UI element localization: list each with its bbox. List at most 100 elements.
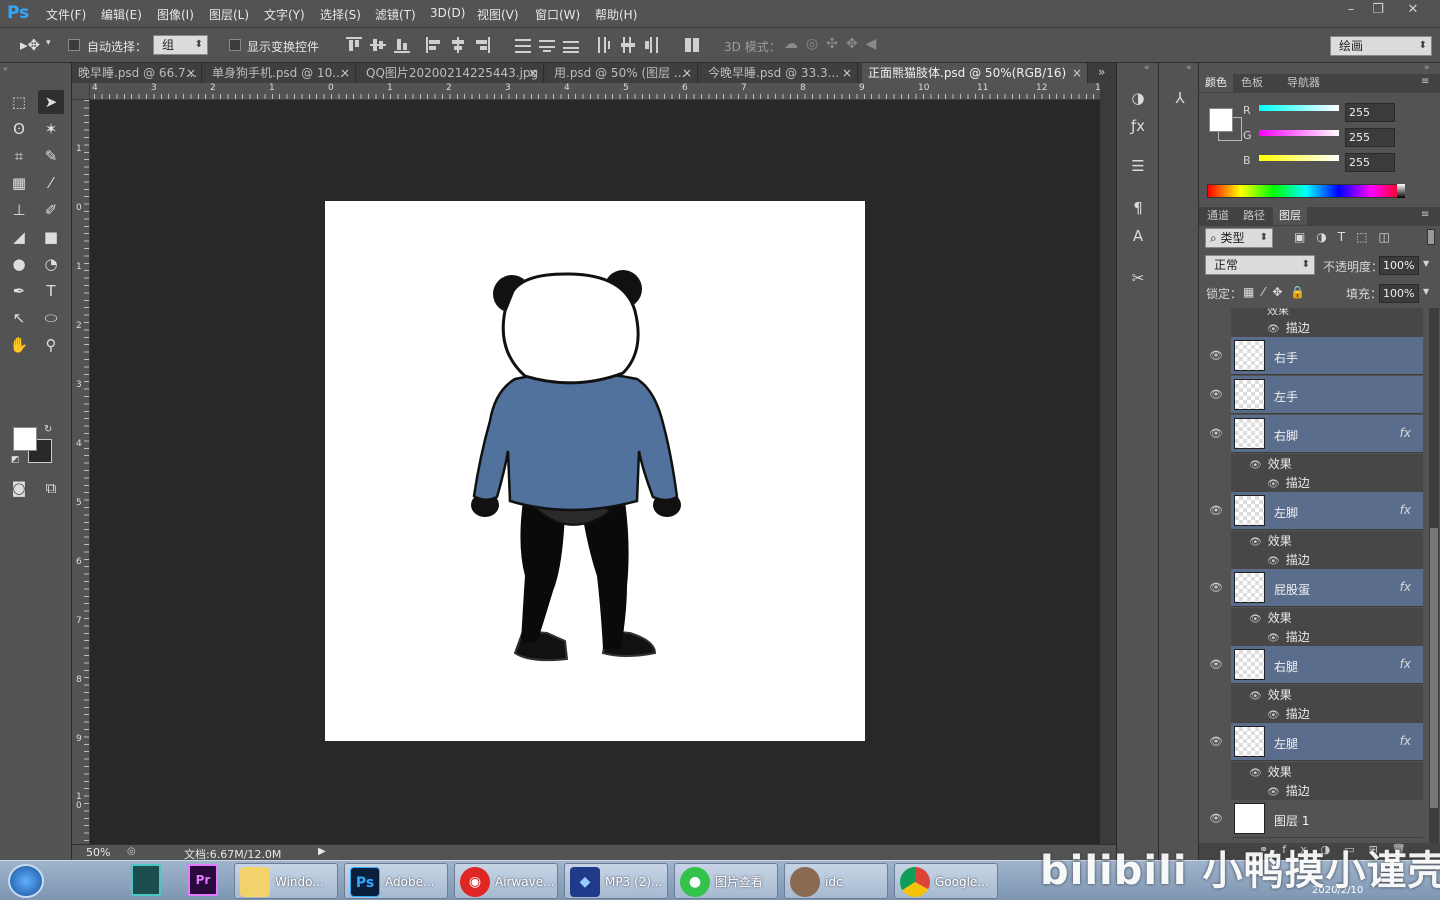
distribute-hcenter-icon[interactable]	[620, 37, 636, 53]
eyedropper-tool-icon[interactable]: ✎	[38, 144, 64, 168]
r-value[interactable]: 255	[1345, 103, 1395, 122]
tab-layers[interactable]: 图层	[1273, 207, 1307, 225]
menu-filter[interactable]: 滤镜(T)	[375, 6, 416, 23]
collapse-icon[interactable]: »	[1424, 63, 1430, 73]
paragraph-icon[interactable]: ¶	[1127, 197, 1149, 219]
opacity-value[interactable]: 100%	[1379, 256, 1419, 275]
align-bottom-icon[interactable]	[394, 37, 410, 53]
align-vcenter-icon[interactable]	[370, 37, 386, 53]
canvas-vertical-scrollbar[interactable]	[1100, 83, 1116, 844]
eye-icon[interactable]: 👁	[1209, 504, 1223, 517]
r-slider[interactable]	[1259, 105, 1339, 111]
taskbar-airwave[interactable]: ◉ Airwave...	[454, 863, 558, 899]
menu-window[interactable]: 窗口(W)	[535, 6, 580, 23]
pen-tool-icon[interactable]: ✒	[6, 279, 32, 303]
eye-icon[interactable]: 👁	[1249, 614, 1262, 625]
layer-item[interactable]: 左腿 fx	[1231, 723, 1423, 761]
g-slider[interactable]	[1259, 130, 1339, 136]
ellipse-tool-icon[interactable]: ⬭	[38, 306, 64, 330]
g-value[interactable]: 255	[1345, 128, 1395, 147]
align-top-icon[interactable]	[346, 37, 362, 53]
collapse-icon[interactable]: «	[1144, 63, 1150, 73]
spectrum-bw[interactable]	[1397, 184, 1405, 198]
menu-type[interactable]: 文字(Y)	[264, 6, 305, 23]
layer-row[interactable]: 👁 左脚 fx	[1199, 492, 1429, 530]
menu-view[interactable]: 视图(V)	[477, 6, 519, 23]
chevron-down-icon[interactable]: ▼	[1423, 287, 1429, 296]
eye-icon[interactable]: 👁	[1249, 691, 1262, 702]
taskbar-premiere-icon[interactable]: Pr	[188, 864, 218, 896]
fx-icon[interactable]: fx	[1400, 657, 1411, 671]
foreground-color-swatch[interactable]	[13, 427, 37, 451]
show-transform-checkbox[interactable]	[229, 39, 241, 51]
eye-icon[interactable]: 👁	[1267, 479, 1280, 490]
b-slider[interactable]	[1259, 155, 1339, 161]
move-tool-preset-icon[interactable]: ▸✥	[20, 36, 40, 54]
color-spectrum[interactable]	[1207, 184, 1405, 198]
close-icon[interactable]: ×	[1072, 63, 1082, 83]
close-icon[interactable]: ×	[186, 63, 196, 83]
layer-filter-dropdown[interactable]: ⌕ 类型	[1205, 228, 1273, 248]
auto-align-icon[interactable]	[684, 37, 700, 53]
eye-icon[interactable]: 👁	[1249, 460, 1262, 471]
tab-doc-3[interactable]: QQ图片20200214225443.jpg ×	[360, 63, 544, 83]
align-left-icon[interactable]	[426, 37, 442, 53]
tab-doc-5[interactable]: 今晚早睡.psd @ 33.3... ×	[702, 63, 858, 83]
layers-scrollbar[interactable]	[1429, 308, 1439, 843]
eye-icon[interactable]: 👁	[1209, 735, 1223, 748]
distribute-top-icon[interactable]	[515, 37, 531, 53]
taskbar-chrome[interactable]: Google...	[894, 863, 998, 899]
layer-item[interactable]: 图层 1	[1231, 800, 1423, 838]
layer-filter-icons[interactable]: ▣◑T⬚◫	[1294, 230, 1401, 244]
restore-icon[interactable]: ❐	[1365, 2, 1391, 18]
eye-icon[interactable]: 👁	[1267, 633, 1280, 644]
zoom-tool-icon[interactable]: ⚲	[38, 333, 64, 357]
swap-colors-icon[interactable]: ↻	[44, 424, 52, 435]
distribute-right-icon[interactable]	[644, 37, 660, 53]
layer-item[interactable]: 左脚 fx	[1231, 492, 1423, 530]
collapse-icon[interactable]: «	[1186, 63, 1192, 73]
chevron-down-icon[interactable]: ▼	[1423, 259, 1429, 268]
fx-icon[interactable]: fx	[1400, 503, 1411, 517]
brush-tool-icon[interactable]: ⁄	[38, 171, 64, 195]
lasso-tool-icon[interactable]: ʘ	[6, 117, 32, 141]
layer-row[interactable]: 👁 右手	[1199, 337, 1429, 375]
close-icon[interactable]: ×	[340, 63, 350, 83]
panel-menu-icon[interactable]: ≡	[1421, 209, 1429, 220]
panel-menu-icon[interactable]: ≡	[1421, 76, 1429, 87]
eye-icon[interactable]: 👁	[1209, 388, 1223, 401]
eye-icon[interactable]: 👁	[1209, 581, 1223, 594]
fx-icon[interactable]: fx	[1400, 580, 1411, 594]
distribute-bottom-icon[interactable]	[563, 37, 579, 53]
layer-item[interactable]: 屁股蛋 fx	[1231, 569, 1423, 607]
distribute-left-icon[interactable]	[596, 37, 612, 53]
close-icon[interactable]: ×	[842, 63, 852, 83]
align-right-icon[interactable]	[474, 37, 490, 53]
tab-doc-4[interactable]: 用.psd @ 50% (图层 ... ×	[548, 63, 698, 83]
properties-icon[interactable]: ☰	[1127, 155, 1149, 177]
layer-row[interactable]: 👁 左手	[1199, 376, 1429, 414]
close-icon[interactable]: ×	[682, 63, 692, 83]
filter-toggle[interactable]	[1427, 229, 1435, 245]
lock-icons[interactable]: ▦⁄✥🔒	[1243, 285, 1313, 299]
close-icon[interactable]: ×	[528, 63, 538, 83]
eye-icon[interactable]: 👁	[1209, 812, 1223, 825]
tab-paths[interactable]: 路径	[1237, 207, 1271, 225]
adjustments-icon[interactable]: ◑	[1127, 87, 1149, 109]
ruler-origin[interactable]	[72, 83, 90, 100]
fg-color-swatch[interactable]	[1209, 108, 1233, 132]
layer-row[interactable]: 👁 图层 1	[1199, 800, 1429, 838]
tools-preset-icon[interactable]: ✂	[1127, 267, 1149, 289]
eye-icon[interactable]: 👁	[1209, 658, 1223, 671]
crop-tool-icon[interactable]: ⌗	[6, 144, 32, 168]
close-icon[interactable]: ✕	[1400, 2, 1426, 18]
zoom-level[interactable]: 50%	[86, 846, 110, 859]
menu-3d[interactable]: 3D(D)	[430, 6, 465, 20]
marquee-tool-icon[interactable]: ⬚	[6, 90, 32, 114]
chevron-down-icon[interactable]: ▾	[46, 38, 51, 48]
tab-doc-2[interactable]: 单身狗手机.psd @ 10... ×	[206, 63, 356, 83]
magic-wand-tool-icon[interactable]: ✶	[38, 117, 64, 141]
path-selection-tool-icon[interactable]: ↖	[6, 306, 32, 330]
layer-item[interactable]: 右脚 fx	[1231, 415, 1423, 453]
menu-edit[interactable]: 编辑(E)	[101, 6, 142, 23]
